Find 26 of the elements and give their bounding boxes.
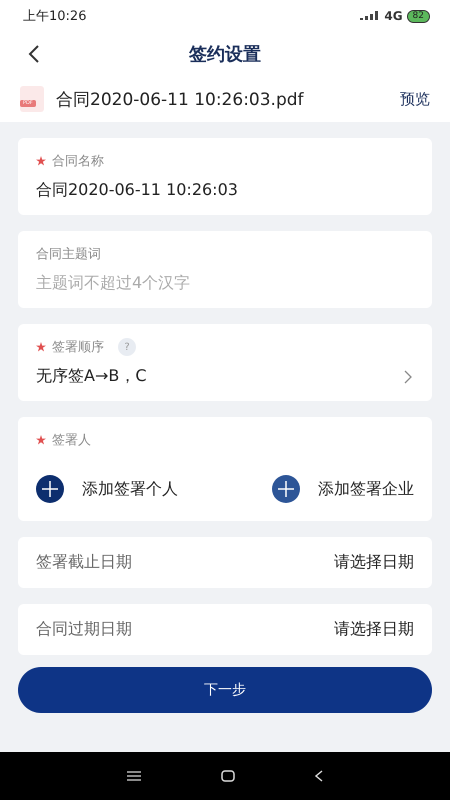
date-picker[interactable]: 请选择日期 xyxy=(334,619,414,640)
field-label: 合同过期日期 xyxy=(36,619,132,640)
field-label: 签署人 xyxy=(52,432,91,449)
field-value: 无序签A→B，C xyxy=(36,366,146,387)
battery-icon: 82 xyxy=(406,10,430,22)
date-picker[interactable]: 请选择日期 xyxy=(334,552,414,573)
home-icon[interactable] xyxy=(221,770,235,782)
preview-link[interactable]: 预览 xyxy=(400,90,430,108)
field-label: 合同主题词 xyxy=(36,246,101,263)
field-label: 签署截止日期 xyxy=(36,552,132,573)
signal-icon xyxy=(360,11,380,21)
status-time: 上午10:26 xyxy=(23,8,86,25)
page-title: 签约设置 xyxy=(189,43,261,66)
file-name: 合同2020-06-11 10:26:03.pdf xyxy=(56,88,305,110)
plus-icon[interactable] xyxy=(36,475,64,503)
field-label: 签署顺序 xyxy=(52,339,104,356)
add-signer-link[interactable]: 添加签署企业 xyxy=(318,478,414,500)
next-button[interactable]: 下一步 xyxy=(18,667,432,713)
network-label: 4G xyxy=(384,9,403,23)
field-label: 合同名称 xyxy=(52,153,104,170)
menu-icon[interactable] xyxy=(127,771,141,781)
back-icon[interactable] xyxy=(28,44,40,64)
plus-icon[interactable] xyxy=(272,475,300,503)
chevron-right-icon[interactable] xyxy=(404,370,412,384)
add-signer-link[interactable]: 添加签署个人 xyxy=(82,478,178,500)
field-value[interactable]: 合同2020-06-11 10:26:03 xyxy=(36,180,238,201)
